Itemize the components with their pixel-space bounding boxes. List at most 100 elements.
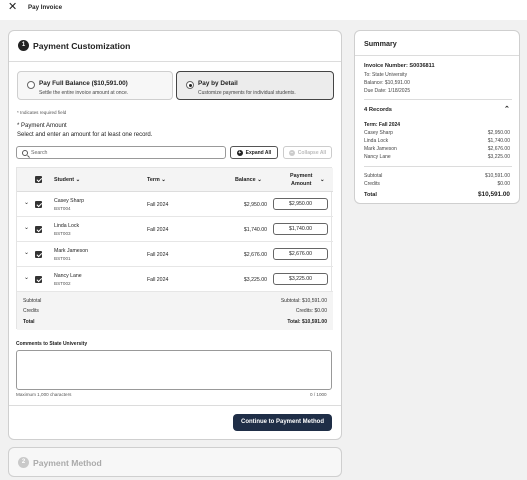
row-checkbox[interactable] — [35, 201, 42, 208]
step-number-badge: 2 — [18, 457, 29, 468]
payment-amount-input[interactable]: $2,676.00 — [273, 248, 328, 260]
subtotal-label: Subtotal — [23, 298, 42, 304]
column-header-term[interactable]: Term ⌄ — [147, 177, 166, 183]
column-header-payment-amount[interactable]: Payment Amount — [290, 172, 312, 188]
divider — [364, 166, 512, 167]
row-checkbox[interactable] — [35, 226, 42, 233]
radio-button-selected[interactable] — [186, 81, 194, 89]
step-title: Payment Customization — [33, 41, 131, 51]
invoice-balance: Balance: $10,591.00 — [364, 80, 410, 86]
divider — [355, 55, 519, 56]
minus-icon: − — [288, 149, 295, 156]
invoice-number: Invoice Number: S0036811 — [364, 63, 435, 69]
total-label: Total — [23, 319, 35, 325]
summary-item-amount: $2,950.00 — [487, 130, 510, 136]
term-cell: Fall 2024 — [147, 202, 169, 208]
row-checkbox[interactable] — [35, 251, 42, 258]
credits-value: Credits: $0.00 — [295, 308, 327, 314]
summary-term: Term: Fall 2024 — [364, 122, 401, 128]
chevron-down-icon[interactable]: ⌄ — [24, 224, 29, 231]
payment-amount-input[interactable]: $3,225.00 — [273, 273, 328, 285]
balance-cell: $1,740.00 — [243, 227, 267, 233]
divider — [9, 61, 341, 62]
collapse-all-button[interactable]: − Collapse All — [283, 146, 332, 159]
credits-label: Credits — [23, 308, 39, 314]
summary-item-name: Nancy Lane — [364, 154, 391, 160]
divider — [364, 99, 512, 100]
balance-cell: $3,225.00 — [243, 277, 267, 283]
row-checkbox[interactable] — [35, 276, 42, 283]
summary-item-name: Linda Lock — [364, 138, 389, 144]
sort-chevron-icon: ⌄ — [257, 177, 262, 183]
search-input[interactable]: Search — [16, 146, 226, 159]
payment-amount-input[interactable]: $1,740.00 — [273, 223, 328, 235]
summary-item-amount: $3,225.00 — [487, 154, 510, 160]
table-row: ⌄ Nancy Lane BST002 Fall 2024 $3,225.00 … — [17, 267, 333, 292]
term-cell: Fall 2024 — [147, 277, 169, 283]
summary-item-amount: $1,740.00 — [487, 138, 510, 144]
payment-amount-label: * Payment Amount — [17, 123, 67, 129]
search-placeholder: Search — [31, 150, 48, 156]
student-id: BST001 — [54, 256, 71, 261]
step-title: Payment Method — [33, 458, 102, 468]
top-bar: ✕ Pay Invoice — [0, 0, 527, 20]
continue-to-payment-method-button[interactable]: Continue to Payment Method — [233, 414, 332, 431]
step-number-badge: 1 — [18, 40, 29, 51]
comments-label: Comments to State University — [16, 341, 88, 347]
balance-cell: $2,950.00 — [243, 202, 267, 208]
summary-credits-value: $0.00 — [497, 181, 510, 187]
chevron-down-icon[interactable]: ⌄ — [24, 274, 29, 281]
column-header-student[interactable]: Student ⌄ — [54, 177, 80, 183]
summary-total-label: Total — [364, 192, 377, 198]
chevron-down-icon[interactable]: ⌄ — [24, 199, 29, 206]
table-row: ⌄ Linda Lock BST003 Fall 2024 $1,740.00 … — [17, 217, 333, 242]
summary-credits-label: Credits — [364, 181, 380, 187]
instructions-text: Select and enter an amount for at least … — [17, 132, 153, 138]
payment-amount-input[interactable]: $2,950.00 — [273, 198, 328, 210]
chevron-up-icon[interactable]: ⌃ — [504, 105, 510, 113]
select-all-checkbox[interactable] — [35, 176, 42, 183]
chevron-down-icon[interactable]: ⌄ — [24, 249, 29, 256]
student-name: Linda Lock — [54, 223, 80, 229]
comments-textarea[interactable] — [16, 350, 332, 390]
records-count: 4 Records — [364, 107, 393, 113]
payment-method-step[interactable]: 2 Payment Method — [8, 447, 342, 477]
table-header: Student ⌄ Term ⌄ Balance ⌄ Payment Amoun… — [17, 168, 333, 192]
sort-chevron-icon: ⌄ — [75, 177, 81, 183]
pay-full-balance-option[interactable]: Pay Full Balance ($10,591.00) Settle the… — [17, 71, 173, 100]
plus-icon: + — [236, 149, 243, 156]
sort-chevron-icon: ⌄ — [320, 177, 325, 183]
table-footer: Subtotal Credits Total Subtotal: $10,591… — [17, 292, 333, 330]
option-subtitle: Settle the entire invoice amount at once… — [39, 90, 129, 96]
records-table: Student ⌄ Term ⌄ Balance ⌄ Payment Amoun… — [16, 167, 333, 330]
option-title: Pay Full Balance ($10,591.00) — [39, 80, 128, 87]
close-icon[interactable]: ✕ — [8, 2, 17, 13]
required-note: * Indicates required field — [17, 110, 67, 115]
radio-button[interactable] — [27, 81, 35, 89]
summary-subtotal-label: Subtotal — [364, 173, 383, 179]
term-cell: Fall 2024 — [147, 252, 169, 258]
summary-card: Summary Invoice Number: S0036811 To: Sta… — [354, 30, 520, 204]
student-id: BST004 — [54, 206, 71, 211]
invoice-to: To: State University — [364, 72, 408, 78]
sort-chevron-icon: ⌄ — [161, 177, 166, 183]
comments-hint: Maximum 1,000 characters — [16, 392, 72, 397]
column-header-balance[interactable]: Balance ⌄ — [235, 177, 262, 183]
collapse-all-label: Collapse All — [297, 149, 327, 156]
table-row: ⌄ Casey Sharp BST004 Fall 2024 $2,950.00… — [17, 192, 333, 217]
summary-total-value: $10,591.00 — [478, 191, 510, 198]
student-name: Casey Sharp — [54, 198, 84, 204]
table-row: ⌄ Mark Jameson BST001 Fall 2024 $2,676.0… — [17, 242, 333, 267]
page-title: Pay Invoice — [28, 4, 63, 11]
pay-by-detail-option[interactable]: Pay by Detail Customize payments for ind… — [176, 71, 334, 100]
expand-all-button[interactable]: + Expand All — [230, 146, 278, 159]
option-title: Pay by Detail — [198, 80, 238, 87]
student-name: Nancy Lane — [54, 273, 82, 279]
invoice-due-date: Due Date: 1/18/2025 — [364, 88, 411, 94]
balance-cell: $2,676.00 — [243, 252, 267, 258]
student-id: BST003 — [54, 231, 71, 236]
option-subtitle: Customize payments for individual studen… — [198, 90, 296, 96]
summary-item-amount: $2,676.00 — [487, 146, 510, 152]
summary-subtotal-value: $10,591.00 — [484, 173, 510, 179]
student-name: Mark Jameson — [54, 248, 89, 254]
